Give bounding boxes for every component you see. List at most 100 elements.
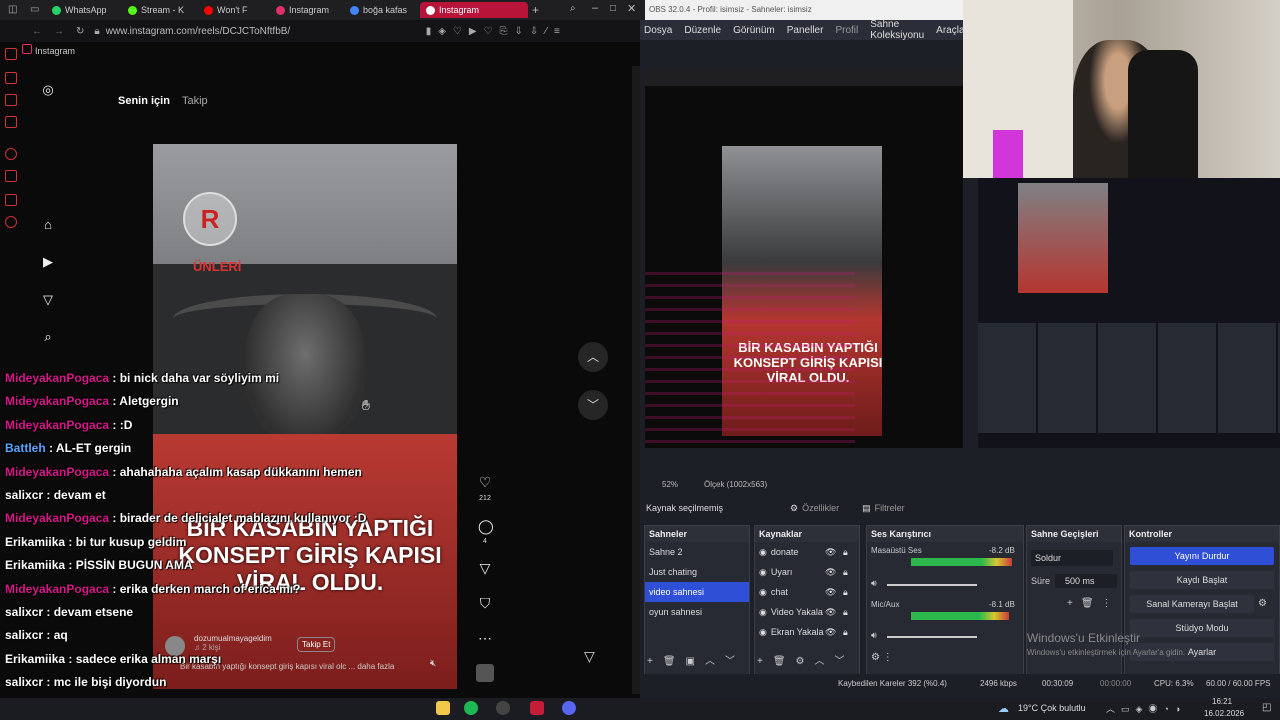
volume-slider[interactable]: [887, 584, 977, 586]
tab-following[interactable]: Takip: [182, 95, 208, 107]
source-toolbar[interactable]: +🗑︎⚙︿﹀: [757, 652, 855, 667]
toolbar-icons[interactable]: ▮◈♡▶♡⎘⇩⇩⁄≡: [426, 26, 567, 37]
comment-icon[interactable]: ◯: [478, 518, 494, 535]
sidebar-app-icon[interactable]: [5, 170, 17, 182]
eye-icon[interactable]: 👁︎: [825, 582, 836, 602]
eye-icon[interactable]: 👁︎: [825, 562, 836, 582]
more-icon[interactable]: ⋯: [478, 630, 492, 647]
browser-icon[interactable]: [530, 701, 544, 715]
transition-select[interactable]: Soldur: [1031, 550, 1113, 566]
start-virtual-camera-button[interactable]: Sanal Kamerayı Başlat: [1130, 595, 1254, 613]
volume-slider[interactable]: [887, 636, 977, 638]
like-icon[interactable]: ♡: [478, 474, 492, 491]
transition-toolbar[interactable]: +🗑︎⋮: [1067, 598, 1120, 609]
tab-instagram-active[interactable]: Instagram: [420, 2, 528, 18]
tab-youtube[interactable]: Won't F: [204, 2, 268, 18]
forward-icon[interactable]: →: [54, 26, 64, 37]
back-icon[interactable]: ←: [32, 26, 42, 37]
menu-edit[interactable]: Düzenle: [684, 25, 721, 36]
previous-reel-button[interactable]: ︿: [578, 342, 608, 372]
lock-icon[interactable]: 🔒︎: [843, 542, 848, 562]
search-icon[interactable]: ⌕: [570, 3, 576, 14]
sidebar-icon[interactable]: ◫: [8, 4, 17, 15]
source-item[interactable]: ◉ Video Yakala 👁︎ 🔒︎: [755, 602, 859, 622]
scene-item[interactable]: Just chating: [645, 562, 749, 582]
tab-instagram[interactable]: Instagram: [276, 2, 344, 18]
filters-button[interactable]: Filtreler: [875, 503, 905, 513]
lock-icon[interactable]: 🔒︎: [843, 582, 848, 602]
start-recording-button[interactable]: Kaydı Başlat: [1130, 571, 1274, 589]
next-reel-button[interactable]: ﹀: [578, 390, 608, 420]
minimize-button[interactable]: –: [592, 2, 598, 14]
spotify-icon[interactable]: [464, 701, 478, 715]
weather-text[interactable]: 19°C Çok bulutlu: [1018, 703, 1086, 713]
speaker-icon[interactable]: 🔊︎: [871, 578, 877, 589]
share-icon[interactable]: ▽: [478, 560, 492, 577]
save-icon[interactable]: ⛉: [478, 595, 492, 612]
sidebar-app-icon[interactable]: [5, 194, 17, 206]
sidebar-app-icon[interactable]: [5, 94, 17, 106]
new-tab-button[interactable]: +: [532, 3, 539, 17]
clock-date[interactable]: 16.02.2026: [1204, 709, 1244, 718]
search-icon[interactable]: ⌕: [41, 330, 55, 344]
sidebar-app-icon[interactable]: [5, 48, 17, 60]
zoom-level[interactable]: 52%: [662, 480, 678, 489]
scene-item[interactable]: Sahne 2: [645, 542, 749, 562]
properties-button[interactable]: Özellikler: [802, 503, 862, 513]
lock-icon[interactable]: 🔒︎: [843, 622, 848, 642]
eye-icon[interactable]: 👁︎: [825, 622, 836, 642]
obs-preview[interactable]: BİR KASABIN YAPTIĞI KONSEPT GİRİŞ KAPISI…: [645, 68, 963, 448]
sidebar-app-icon[interactable]: [5, 72, 17, 84]
scene-item[interactable]: video sahnesi: [645, 582, 749, 602]
send-icon[interactable]: ▽: [41, 293, 55, 307]
mute-icon[interactable]: 🔇︎: [430, 658, 436, 669]
scene-toolbar[interactable]: +🗑︎▣︿﹀: [647, 652, 745, 667]
messages-icon[interactable]: ▽: [584, 648, 595, 665]
source-item[interactable]: ◉ chat 👁︎ 🔒︎: [755, 582, 859, 602]
stop-streaming-button[interactable]: Yayını Durdur: [1130, 547, 1274, 565]
menu-scene-collection[interactable]: Sahne Koleksiyonu: [870, 19, 924, 41]
source-item[interactable]: ◉ Ekran Yakala 👁︎ 🔒︎: [755, 622, 859, 642]
sidebar-app-icon[interactable]: [5, 116, 17, 128]
eye-icon[interactable]: 👁︎: [825, 602, 836, 622]
tabs-icon[interactable]: ▭: [30, 4, 39, 15]
close-button[interactable]: ✕: [627, 2, 636, 15]
maximize-button[interactable]: □: [610, 3, 616, 14]
obs-icon[interactable]: [496, 701, 510, 715]
eye-icon[interactable]: 👁︎: [825, 542, 836, 562]
studio-mode-button[interactable]: Stüdyo Modu: [1130, 619, 1274, 637]
file-explorer-icon[interactable]: [436, 701, 450, 715]
duration-input[interactable]: 500 ms: [1055, 574, 1117, 588]
menu-view[interactable]: Görünüm: [733, 25, 775, 36]
scene-item[interactable]: oyun sahnesi: [645, 602, 749, 622]
tab-whatsapp[interactable]: WhatsApp: [52, 2, 124, 18]
reels-icon[interactable]: ▶: [41, 255, 55, 269]
discord-icon[interactable]: [562, 701, 576, 715]
settings-icon[interactable]: [5, 216, 17, 228]
home-icon[interactable]: ⌂: [41, 218, 55, 232]
audio-avatar[interactable]: [476, 664, 494, 682]
speaker-icon[interactable]: 🔊︎: [871, 630, 877, 641]
tab-stream[interactable]: Stream - K: [128, 2, 198, 18]
url-text[interactable]: www.instagram.com/reels/DCJCToNftfbB/: [106, 26, 426, 37]
reel-video[interactable]: R ÜNLERİ: [153, 144, 457, 689]
notification-icon[interactable]: ◰: [1262, 702, 1271, 713]
follow-button[interactable]: Takip Et: [297, 637, 336, 652]
author-name[interactable]: dozumualmayageldim: [194, 634, 272, 643]
tray-icons[interactable]: ︿▭◈◉◔◑: [1106, 702, 1186, 715]
menu-file[interactable]: Dosya: [644, 25, 672, 36]
tab-google[interactable]: boğa kafas: [350, 2, 418, 18]
menu-docks[interactable]: Paneller: [787, 25, 824, 36]
reload-icon[interactable]: ↻: [76, 26, 84, 37]
tab-for-you[interactable]: Senin için: [118, 95, 170, 107]
lock-icon[interactable]: 🔒︎: [843, 562, 848, 582]
gear-icon[interactable]: ⚙: [1258, 598, 1267, 609]
mixer-menu-icon[interactable]: ⚙ ⋮: [871, 652, 893, 663]
source-item[interactable]: ◉ donate 👁︎ 🔒︎: [755, 542, 859, 562]
source-item[interactable]: ◉ Uyarı 👁︎ 🔒︎: [755, 562, 859, 582]
sidebar-app-icon[interactable]: [5, 148, 17, 160]
lock-icon[interactable]: 🔒︎: [843, 602, 848, 622]
page-scrollbar[interactable]: [632, 66, 640, 694]
menu-profile[interactable]: Profil: [835, 25, 858, 36]
clock-time[interactable]: 16:21: [1212, 697, 1232, 706]
